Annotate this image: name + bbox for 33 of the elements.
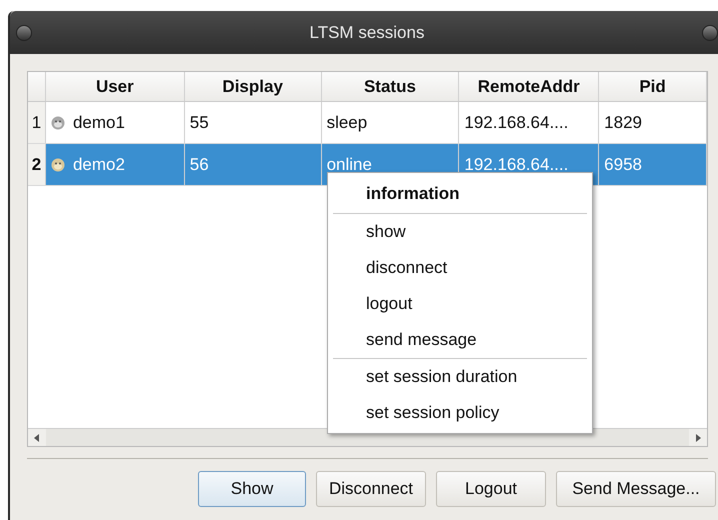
- table-cell-text: sleep: [326, 112, 368, 134]
- table-cell-text: demo1: [72, 112, 125, 134]
- menu-item[interactable]: logout: [333, 286, 587, 322]
- table-cell-text: online: [326, 154, 372, 176]
- table-cell-text: 192.168.64....: [464, 112, 568, 134]
- table-cell-text: 1829: [604, 112, 642, 134]
- window-control-icon[interactable]: [16, 24, 32, 40]
- row-number: 2: [28, 144, 46, 185]
- column-header[interactable]: Display: [184, 72, 322, 101]
- action-button[interactable]: Disconnect: [316, 471, 426, 507]
- menu-item[interactable]: send message: [333, 322, 587, 358]
- window-control-icon[interactable]: [702, 24, 718, 40]
- monkey-face-icon: [50, 116, 65, 130]
- table-cell-text: demo2: [72, 154, 125, 176]
- table-cell-text: 192.168.64....: [464, 154, 568, 176]
- column-header[interactable]: Status: [322, 72, 460, 101]
- row-number: 1: [28, 102, 46, 143]
- menu-item[interactable]: show: [333, 214, 587, 250]
- menu-item[interactable]: set session policy: [333, 395, 587, 431]
- action-button[interactable]: Show: [198, 471, 306, 507]
- table-cell-text: 55: [190, 112, 209, 134]
- table-cell-text: 56: [190, 154, 209, 176]
- column-header[interactable]: RemoteAddr: [459, 72, 600, 101]
- menu-item[interactable]: disconnect: [333, 250, 587, 286]
- column-header[interactable]: Pid: [599, 72, 707, 101]
- action-button[interactable]: Logout: [436, 471, 546, 507]
- column-header[interactable]: User: [46, 72, 185, 101]
- action-button[interactable]: Send Message...: [556, 471, 716, 507]
- table-cell-text: 6958: [604, 154, 642, 176]
- window-title: LTSM sessions: [310, 22, 424, 44]
- table-row[interactable]: 1 demo1 55 sleep 192.168.64.... 1829: [28, 102, 707, 144]
- monkey-face-icon: [50, 158, 65, 172]
- menu-item[interactable]: set session duration: [333, 359, 587, 395]
